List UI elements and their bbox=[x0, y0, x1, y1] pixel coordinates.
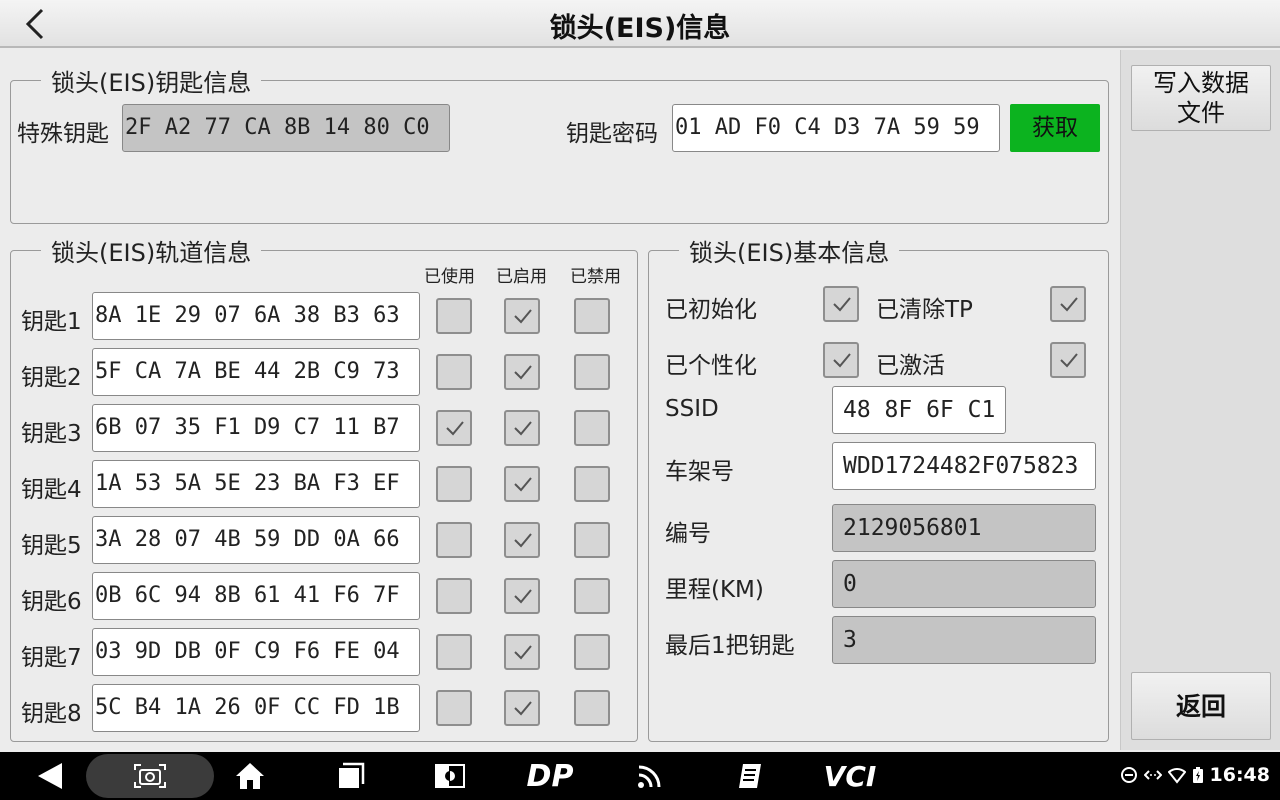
key-password-field[interactable]: 01 AD F0 C4 D3 7A 59 59 bbox=[672, 104, 1000, 152]
vci-label: VCI bbox=[823, 759, 877, 793]
get-button[interactable]: 获取 bbox=[1010, 104, 1100, 152]
key-password-label: 钥匙密码 bbox=[566, 121, 658, 147]
data-transfer-icon bbox=[1143, 770, 1162, 780]
column-enabled: 已启用 bbox=[496, 267, 547, 287]
activated-label: 已激活 bbox=[876, 353, 945, 379]
key-label: 钥匙8 bbox=[21, 701, 82, 727]
enabled-checkbox[interactable] bbox=[504, 354, 540, 390]
key-value-field[interactable]: 0B 6C 94 8B 61 41 F6 7F bbox=[92, 572, 420, 620]
enabled-checkbox[interactable] bbox=[504, 634, 540, 670]
key-label: 钥匙7 bbox=[21, 645, 82, 671]
disabled-checkbox[interactable] bbox=[574, 634, 610, 670]
disabled-checkbox[interactable] bbox=[574, 690, 610, 726]
used-checkbox[interactable] bbox=[436, 298, 472, 334]
vin-label: 车架号 bbox=[665, 459, 734, 485]
enabled-checkbox[interactable] bbox=[504, 522, 540, 558]
used-checkbox[interactable] bbox=[436, 410, 472, 446]
enabled-checkbox[interactable] bbox=[504, 298, 540, 334]
clock: 16:48 bbox=[1209, 764, 1270, 786]
brightness-icon[interactable] bbox=[430, 752, 470, 800]
key-value-field[interactable]: 5C B4 1A 26 0F CC FD 1B bbox=[92, 684, 420, 732]
dnd-icon bbox=[1120, 767, 1137, 783]
return-button[interactable]: 返回 bbox=[1131, 672, 1271, 740]
key-value-field[interactable]: 6B 07 35 F1 D9 C7 11 B7 bbox=[92, 404, 420, 452]
disabled-checkbox[interactable] bbox=[574, 466, 610, 502]
special-key-label: 特殊钥匙 bbox=[17, 121, 109, 147]
last-key-field: 3 bbox=[832, 616, 1096, 664]
used-checkbox[interactable] bbox=[436, 578, 472, 614]
personalized-checkbox[interactable] bbox=[823, 342, 859, 378]
page-title: 锁头(EIS)信息 bbox=[549, 13, 731, 44]
special-key-field: 2F A2 77 CA 8B 14 80 C0 bbox=[122, 104, 450, 152]
key-label: 钥匙2 bbox=[21, 365, 82, 391]
tp-cleared-label: 已清除TP bbox=[876, 297, 973, 323]
key-label: 钥匙4 bbox=[21, 477, 82, 503]
screenshot-icon[interactable] bbox=[130, 752, 170, 800]
used-checkbox[interactable] bbox=[436, 634, 472, 670]
write-data-file-button[interactable]: 写入数据 文件 bbox=[1131, 65, 1271, 131]
key-value-field[interactable]: 3A 28 07 4B 59 DD 0A 66 bbox=[92, 516, 420, 564]
disabled-checkbox[interactable] bbox=[574, 410, 610, 446]
recent-apps-icon[interactable] bbox=[330, 752, 370, 800]
initialized-label: 已初始化 bbox=[665, 297, 757, 323]
used-checkbox[interactable] bbox=[436, 466, 472, 502]
dp-icon[interactable]: DP bbox=[522, 752, 578, 800]
used-checkbox[interactable] bbox=[436, 522, 472, 558]
number-field: 2129056801 bbox=[832, 504, 1096, 552]
enabled-checkbox[interactable] bbox=[504, 578, 540, 614]
column-used: 已使用 bbox=[424, 267, 475, 287]
system-nav-bar: DP VCI 16:48 bbox=[0, 752, 1280, 800]
title-bar: 锁头(EIS)信息 bbox=[0, 0, 1280, 48]
mileage-label: 里程(KM) bbox=[665, 577, 764, 603]
column-disabled: 已禁用 bbox=[570, 267, 621, 287]
key-value-field[interactable]: 1A 53 5A 5E 23 BA F3 EF bbox=[92, 460, 420, 508]
ssid-label: SSID bbox=[665, 396, 719, 422]
disabled-checkbox[interactable] bbox=[574, 522, 610, 558]
dp-label: DP bbox=[526, 758, 574, 794]
notes-icon[interactable] bbox=[730, 752, 770, 800]
last-key-label: 最后1把钥匙 bbox=[665, 633, 795, 659]
enabled-checkbox[interactable] bbox=[504, 466, 540, 502]
battery-icon bbox=[1192, 767, 1203, 783]
wifi-icon bbox=[1167, 768, 1186, 784]
basic-info-title: 锁头(EIS)基本信息 bbox=[679, 233, 900, 268]
disabled-checkbox[interactable] bbox=[574, 578, 610, 614]
ssid-field[interactable]: 48 8F 6F C1 bbox=[832, 386, 1006, 434]
vci-icon[interactable]: VCI bbox=[822, 752, 878, 800]
key-label: 钥匙6 bbox=[21, 589, 82, 615]
track-info-title: 锁头(EIS)轨道信息 bbox=[41, 233, 262, 268]
key-info-group: 锁头(EIS)钥匙信息 bbox=[10, 63, 1109, 224]
tp-cleared-checkbox[interactable] bbox=[1050, 286, 1086, 322]
enabled-checkbox[interactable] bbox=[504, 410, 540, 446]
key-value-field[interactable]: 8A 1E 29 07 6A 38 B3 63 bbox=[92, 292, 420, 340]
key-value-field[interactable]: 03 9D DB 0F C9 F6 FE 04 bbox=[92, 628, 420, 676]
wifi-signal-icon[interactable] bbox=[630, 752, 670, 800]
initialized-checkbox[interactable] bbox=[823, 286, 859, 322]
enabled-checkbox[interactable] bbox=[504, 690, 540, 726]
right-action-panel: 写入数据 文件 返回 bbox=[1120, 50, 1280, 750]
used-checkbox[interactable] bbox=[436, 690, 472, 726]
key-value-field[interactable]: 5F CA 7A BE 44 2B C9 73 bbox=[92, 348, 420, 396]
disabled-checkbox[interactable] bbox=[574, 354, 610, 390]
personalized-label: 已个性化 bbox=[665, 353, 757, 379]
used-checkbox[interactable] bbox=[436, 354, 472, 390]
disabled-checkbox[interactable] bbox=[574, 298, 610, 334]
home-icon[interactable] bbox=[230, 752, 270, 800]
back-icon[interactable] bbox=[30, 752, 70, 800]
key-label: 钥匙5 bbox=[21, 533, 82, 559]
vin-field[interactable]: WDD1724482F075823 bbox=[832, 442, 1096, 490]
key-label: 钥匙3 bbox=[21, 421, 82, 447]
number-label: 编号 bbox=[665, 521, 711, 547]
status-area: 16:48 bbox=[1120, 764, 1270, 786]
key-info-title: 锁头(EIS)钥匙信息 bbox=[41, 63, 262, 98]
mileage-field: 0 bbox=[832, 560, 1096, 608]
key-label: 钥匙1 bbox=[21, 309, 82, 335]
main-content: 锁头(EIS)钥匙信息 特殊钥匙 2F A2 77 CA 8B 14 80 C0… bbox=[0, 50, 1120, 750]
activated-checkbox[interactable] bbox=[1050, 342, 1086, 378]
